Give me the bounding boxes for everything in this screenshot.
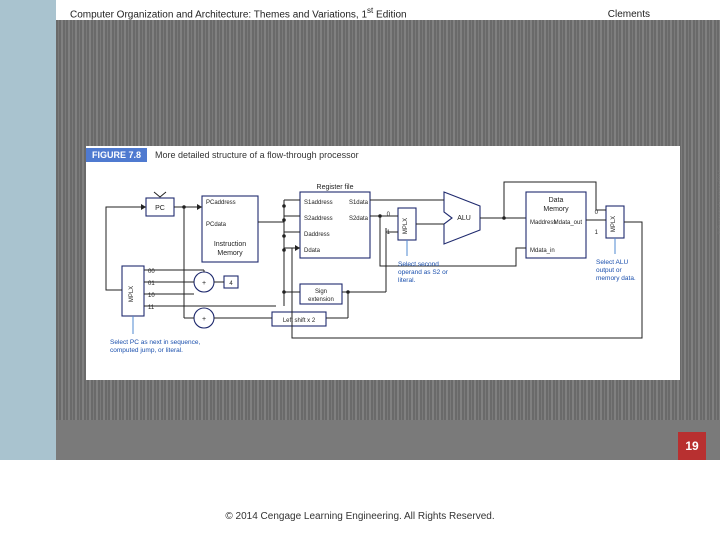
bottom-gray-strip — [56, 420, 720, 460]
s2a-port: S2address — [304, 216, 333, 222]
instr-mem-label-2: Memory — [217, 250, 243, 257]
callout-mid-1: Select second — [398, 261, 439, 268]
mdin-port: Mdata_in — [530, 248, 555, 254]
figure-panel: FIGURE 7.8 More detailed structure of a … — [86, 146, 680, 380]
shift-label: Left shift x 2 — [283, 318, 316, 324]
title-pre: Computer Organization and Architecture: … — [70, 9, 367, 20]
mplx-mid-1: 1 — [387, 230, 391, 236]
maddr-port: Maddress — [530, 220, 556, 226]
slide-number: 19 — [685, 439, 698, 453]
alu-label: ALU — [457, 215, 471, 222]
figure-header: FIGURE 7.8 More detailed structure of a … — [86, 148, 359, 162]
processor-diagram: PC Instruction Memory PCaddress PCdata M… — [86, 170, 680, 370]
s1a-port: S1address — [304, 200, 333, 206]
callout-mid-2: operand as S2 or — [398, 269, 449, 276]
pc-clock-icon — [154, 192, 166, 197]
bottom-white-band — [0, 460, 720, 540]
arrow-2 — [141, 204, 146, 210]
title-post: Edition — [373, 9, 406, 20]
pc-label: PC — [155, 205, 165, 212]
mdout-port: Mdata_out — [554, 220, 583, 226]
s1d-port: S1data — [349, 200, 369, 206]
callout-left-2: computed jump, or literal. — [110, 347, 183, 354]
callout-right-2: output or — [596, 267, 622, 274]
mplx-left-label: MPLX — [129, 286, 135, 302]
adder-1-plus: + — [202, 280, 206, 287]
mplx-mid-label: MPLX — [403, 218, 409, 234]
mplx-right-0: 0 — [595, 210, 599, 216]
pc-addr-port: PCaddress — [206, 200, 236, 206]
pc-data-port: PCdata — [206, 222, 227, 228]
slide-header: Computer Organization and Architecture: … — [70, 6, 670, 22]
instr-mem-label-1: Instruction — [214, 241, 246, 248]
callout-right-3: memory data. — [596, 275, 636, 282]
data-mem-l1: Data — [549, 197, 564, 204]
sign-ext-l2: extension — [308, 297, 334, 303]
mplx-mid-0: 0 — [387, 212, 391, 218]
arrow-1 — [197, 204, 202, 210]
callout-left-1: Select PC as next in sequence, — [110, 339, 201, 346]
mplx-right-label: MPLX — [611, 216, 617, 232]
reg-file-label: Register file — [317, 184, 354, 191]
dd-port: Ddata — [304, 248, 321, 254]
mplx-right-1: 1 — [595, 230, 599, 236]
sign-ext-l1: Sign — [315, 289, 327, 295]
slide-number-box: 19 — [678, 432, 706, 460]
arrow-wb — [295, 245, 300, 251]
figure-title: More detailed structure of a flow-throug… — [155, 150, 359, 160]
da-port: Daddress — [304, 232, 330, 238]
adder-2-plus: + — [202, 316, 206, 323]
data-mem-l2: Memory — [543, 206, 569, 213]
callout-right-1: Select ALU — [596, 259, 628, 266]
left-accent-band — [0, 0, 56, 540]
s2d-port: S2data — [349, 216, 369, 222]
author-name: Clements — [608, 9, 650, 20]
figure-number: FIGURE 7.8 — [86, 148, 147, 162]
callout-mid-3: literal. — [398, 277, 416, 284]
footer-copyright: © 2014 Cengage Learning Engineering. All… — [0, 511, 720, 522]
book-title: Computer Organization and Architecture: … — [70, 6, 407, 20]
